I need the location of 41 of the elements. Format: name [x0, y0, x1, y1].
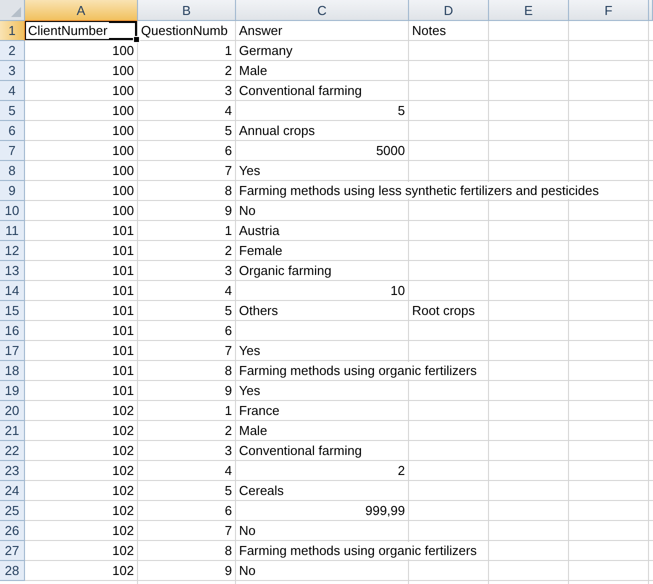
row-header[interactable]: 26 [0, 521, 25, 541]
column-header[interactable]: F [569, 0, 649, 21]
corner-triangle-icon [11, 7, 21, 17]
row-header[interactable]: 7 [0, 141, 25, 161]
row-header[interactable]: 8 [0, 161, 25, 181]
row-header[interactable]: 9 [0, 181, 25, 201]
row-header[interactable]: 23 [0, 461, 25, 481]
row-header[interactable]: 14 [0, 281, 25, 301]
row-header[interactable]: 17 [0, 341, 25, 361]
row-header[interactable]: 13 [0, 261, 25, 281]
row-header[interactable]: 2 [0, 41, 25, 61]
column-header[interactable]: E [489, 0, 569, 21]
row-header[interactable]: 25 [0, 501, 25, 521]
row-header[interactable]: 22 [0, 441, 25, 461]
row-header[interactable]: 12 [0, 241, 25, 261]
row-header[interactable]: 27 [0, 541, 25, 561]
column-header[interactable]: C [236, 0, 409, 21]
column-header[interactable]: A [25, 0, 138, 21]
row-header[interactable]: 1 [0, 21, 25, 41]
column-header[interactable]: D [409, 0, 489, 21]
row-header[interactable]: 5 [0, 101, 25, 121]
row-header[interactable]: 15 [0, 301, 25, 321]
row-header[interactable]: 4 [0, 81, 25, 101]
column-header[interactable] [649, 0, 653, 21]
row-header[interactable]: 28 [0, 561, 25, 581]
row-header[interactable]: 3 [0, 61, 25, 81]
select-all-button[interactable] [0, 0, 25, 21]
row-header[interactable]: 20 [0, 401, 25, 421]
row-header[interactable]: 21 [0, 421, 25, 441]
column-header[interactable]: B [138, 0, 236, 21]
row-header[interactable]: 16 [0, 321, 25, 341]
table-cell[interactable]: Farming methods using less synthetic fertilizers and pesticides [237, 182, 601, 199]
row-header[interactable]: 19 [0, 381, 25, 401]
row-header[interactable]: 6 [0, 121, 25, 141]
table-cell[interactable]: Farming methods using organic fertilizers [237, 542, 479, 559]
row-header[interactable]: 24 [0, 481, 25, 501]
fill-handle[interactable] [133, 36, 140, 43]
row-header[interactable]: 10 [0, 201, 25, 221]
table-cell[interactable]: Farming methods using organic fertilizers [237, 362, 479, 379]
row-header[interactable]: 18 [0, 361, 25, 381]
row-header[interactable]: 11 [0, 221, 25, 241]
